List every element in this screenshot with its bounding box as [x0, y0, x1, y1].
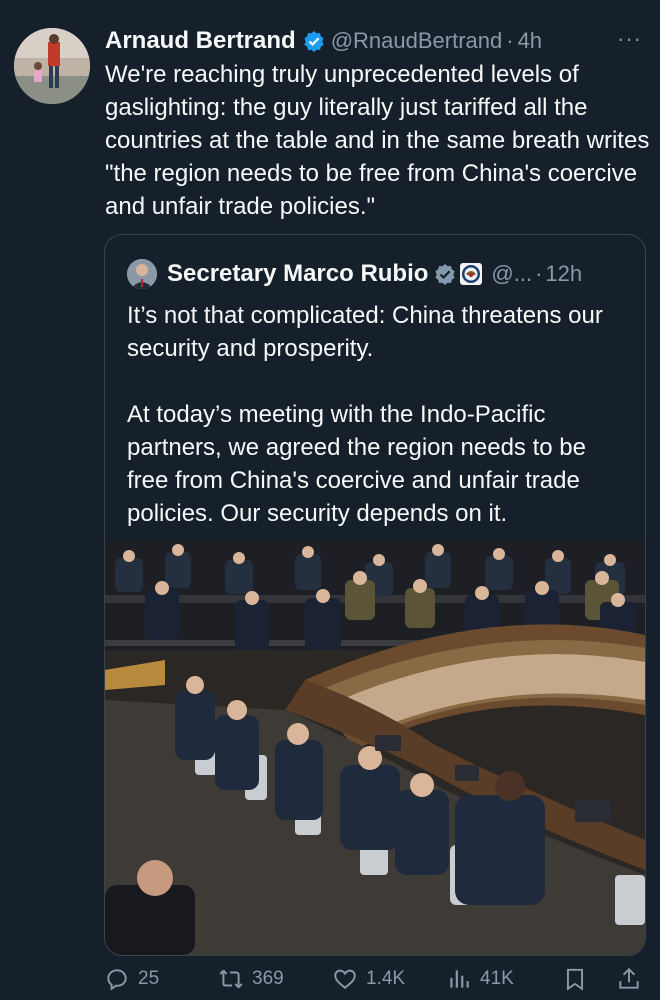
meeting-photo[interactable]: [105, 540, 645, 955]
reply-count: 25: [138, 968, 160, 989]
tweet-header: Arnaud Bertrand @RnaudBertrand · 4h: [105, 26, 640, 56]
quoted-author-name[interactable]: Secretary Marco Rubio: [167, 260, 428, 288]
share-button[interactable]: [616, 966, 650, 992]
like-icon: [334, 969, 356, 989]
bookmark-icon: [566, 968, 584, 991]
action-bar: 25 369 1.4K 41K: [0, 960, 660, 1000]
verified-badge-icon: [435, 264, 456, 285]
author-name[interactable]: Arnaud Bertrand: [105, 27, 296, 55]
repost-button[interactable]: 369: [218, 966, 284, 992]
repost-icon: [219, 969, 243, 989]
view-count: 41K: [480, 968, 514, 989]
like-button[interactable]: 1.4K: [332, 966, 405, 992]
views-icon: [450, 970, 469, 988]
views-button[interactable]: 41K: [446, 966, 514, 992]
tweet[interactable]: Arnaud Bertrand @RnaudBertrand · 4h ··· …: [0, 0, 660, 1000]
quoted-author-avatar[interactable]: [127, 259, 157, 289]
repost-count: 369: [252, 968, 284, 989]
separator-dot: ·: [506, 28, 514, 53]
quoted-tweet-text: It’s not that complicated: China threate…: [127, 302, 603, 527]
quoted-tweet[interactable]: Secretary Marco Rubio @... · 12h It’s no…: [104, 234, 646, 956]
seal-icon: [460, 263, 483, 285]
more-icon[interactable]: ···: [617, 26, 642, 52]
like-count: 1.4K: [366, 968, 406, 989]
quoted-author-handle[interactable]: @...: [491, 261, 532, 287]
quoted-tweet-timestamp[interactable]: 12h: [545, 261, 582, 287]
quoted-tweet-header: Secretary Marco Rubio @... · 12h: [127, 257, 633, 291]
bookmark-button[interactable]: [562, 966, 596, 992]
reply-icon: [107, 969, 127, 991]
separator-dot: ·: [535, 261, 543, 286]
share-icon: [619, 967, 639, 989]
tweet-text: We're reaching truly unprecedented level…: [105, 61, 656, 220]
reply-button[interactable]: 25: [104, 966, 159, 992]
author-avatar[interactable]: [14, 28, 90, 104]
author-handle[interactable]: @RnaudBertrand: [331, 28, 503, 54]
verified-badge-icon: [304, 31, 324, 52]
tweet-timestamp[interactable]: 4h: [518, 28, 542, 54]
